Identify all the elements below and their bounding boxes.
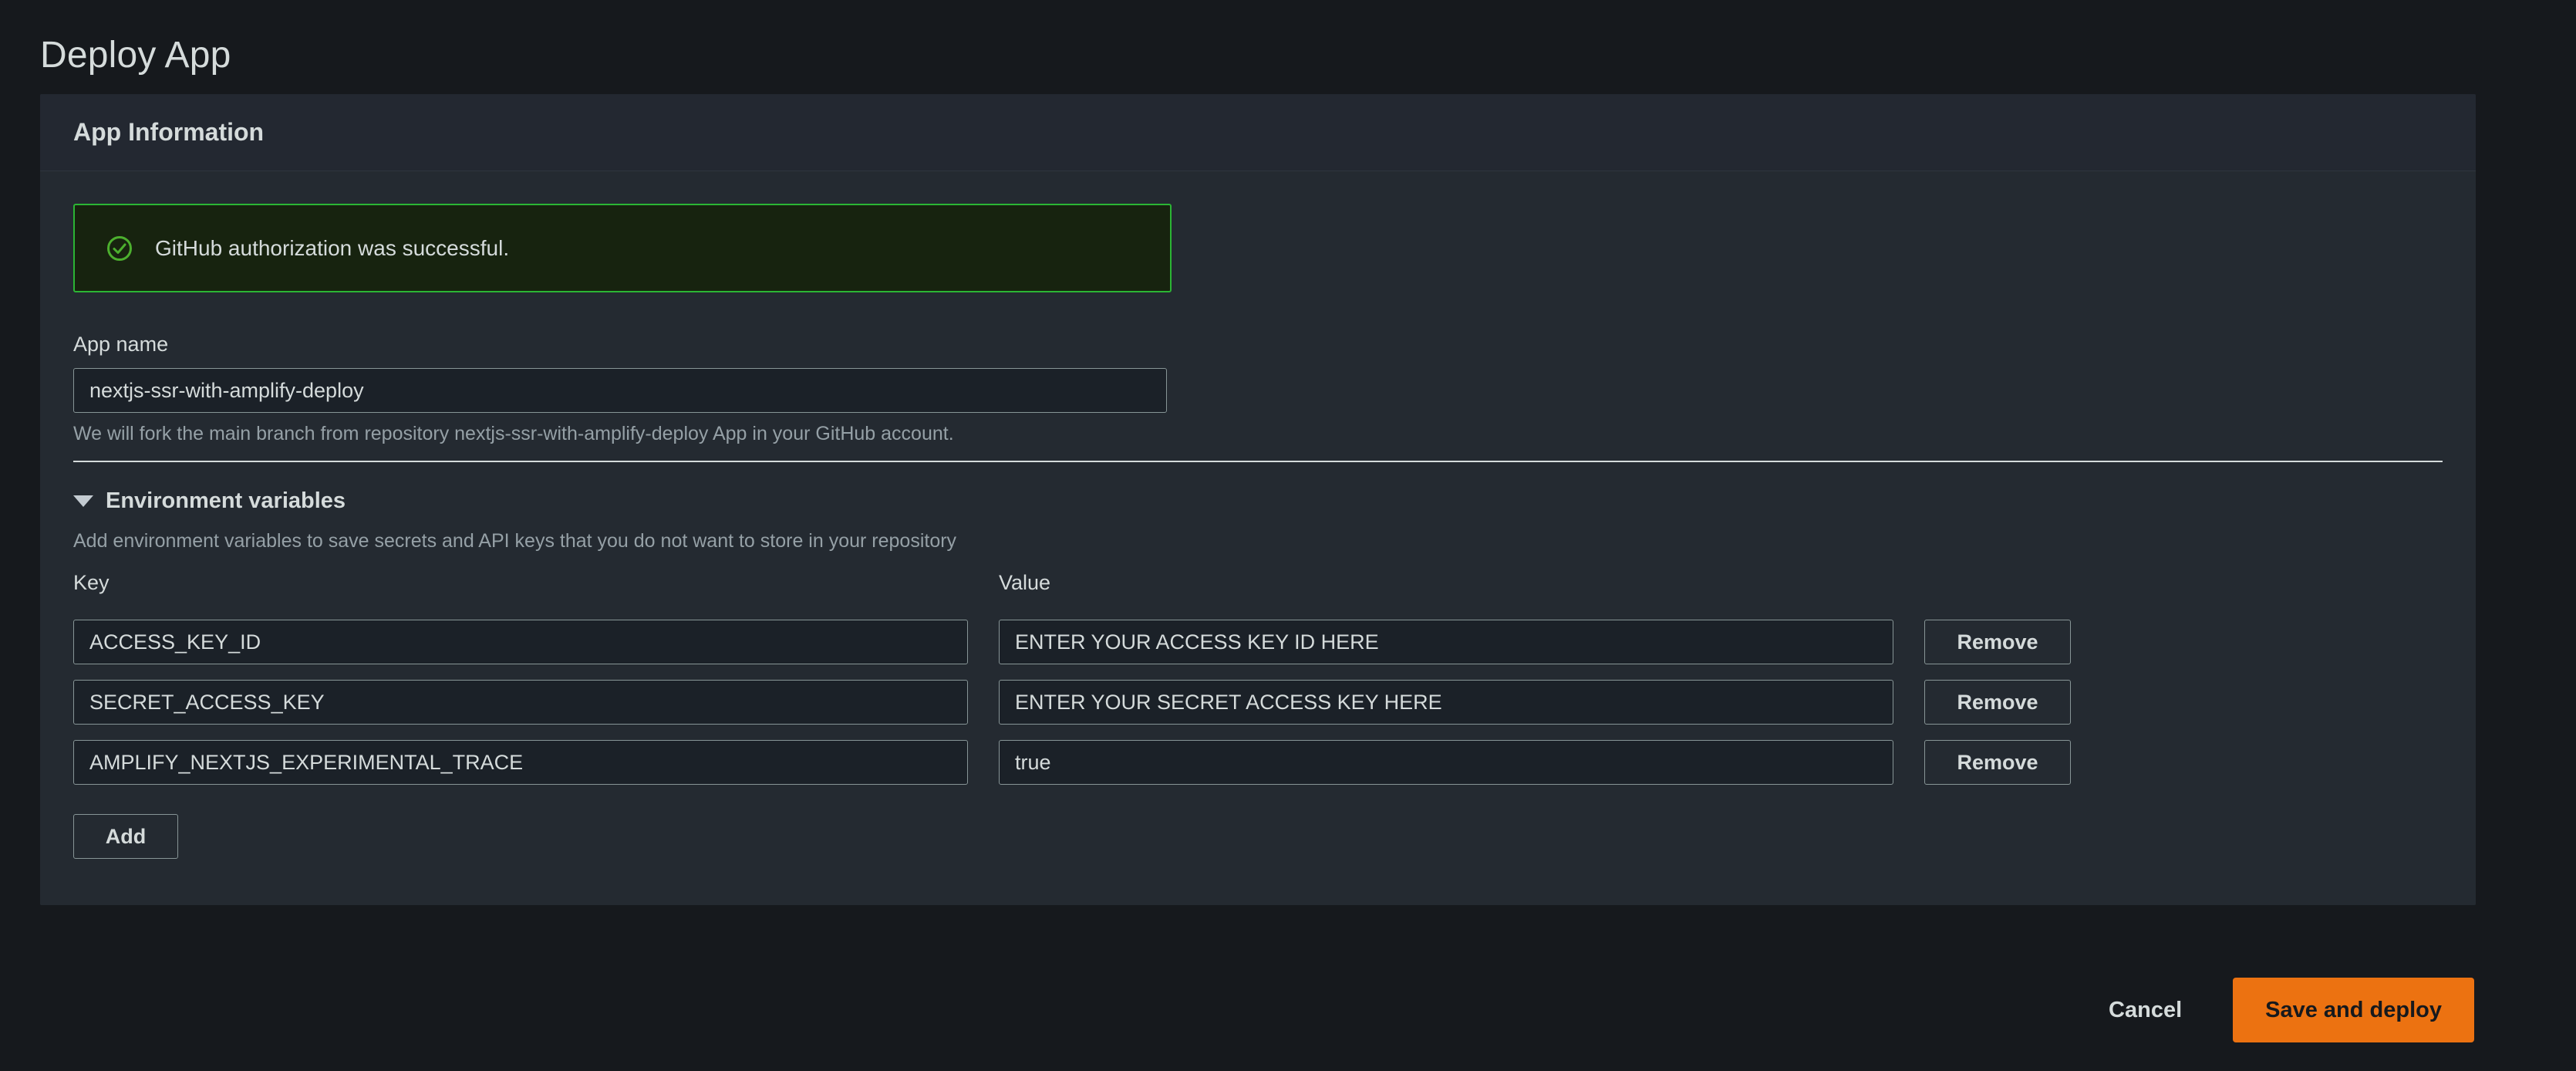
env-value-input-2[interactable]: [999, 740, 1893, 785]
save-and-deploy-button[interactable]: Save and deploy: [2233, 978, 2474, 1042]
table-row: Remove: [73, 680, 2443, 725]
app-name-field-block: App name We will fork the main branch fr…: [73, 334, 2443, 444]
environment-variables-column-headers: Key Value: [73, 573, 2443, 604]
remove-button-2[interactable]: Remove: [1924, 740, 2071, 785]
env-key-input-1[interactable]: [73, 680, 968, 725]
env-key-input-2[interactable]: [73, 740, 968, 785]
app-name-hint: We will fork the main branch from reposi…: [73, 424, 2443, 444]
environment-variables-description: Add environment variables to save secret…: [73, 532, 2443, 551]
github-authorization-success-alert: GitHub authorization was successful.: [73, 204, 1172, 292]
remove-button-1[interactable]: Remove: [1924, 680, 2071, 725]
column-header-key: Key: [73, 573, 968, 593]
remove-button-0[interactable]: Remove: [1924, 620, 2071, 664]
env-value-input-1[interactable]: [999, 680, 1893, 725]
app-information-panel: App Information GitHub authorization was…: [40, 94, 2476, 905]
environment-variables-toggle[interactable]: Environment variables: [73, 490, 346, 512]
page-title: Deploy App: [40, 37, 231, 74]
env-value-input-0[interactable]: [999, 620, 1893, 664]
panel-body: GitHub authorization was successful. App…: [40, 171, 2476, 905]
section-divider: [73, 461, 2443, 462]
alert-message: GitHub authorization was successful.: [155, 238, 509, 259]
add-button-wrapper: Add: [73, 814, 2443, 859]
environment-variables-label: Environment variables: [106, 490, 346, 512]
app-name-input[interactable]: [73, 368, 1167, 413]
check-circle-icon: [106, 235, 133, 262]
environment-variables-section: Environment variables Add environment va…: [73, 490, 2443, 859]
add-environment-variable-button[interactable]: Add: [73, 814, 178, 859]
panel-header: App Information: [40, 94, 2476, 171]
cancel-button[interactable]: Cancel: [2106, 992, 2185, 1029]
chevron-down-icon: [73, 495, 93, 507]
deploy-app-page: Deploy App App Information GitHub author…: [0, 0, 2576, 1071]
panel-header-title: App Information: [73, 118, 264, 147]
table-row: Remove: [73, 620, 2443, 664]
env-key-input-0[interactable]: [73, 620, 968, 664]
column-header-value: Value: [999, 573, 1893, 593]
table-row: Remove: [73, 740, 2443, 785]
form-footer: Cancel Save and deploy: [0, 949, 2576, 1071]
app-name-label: App name: [73, 334, 2443, 355]
